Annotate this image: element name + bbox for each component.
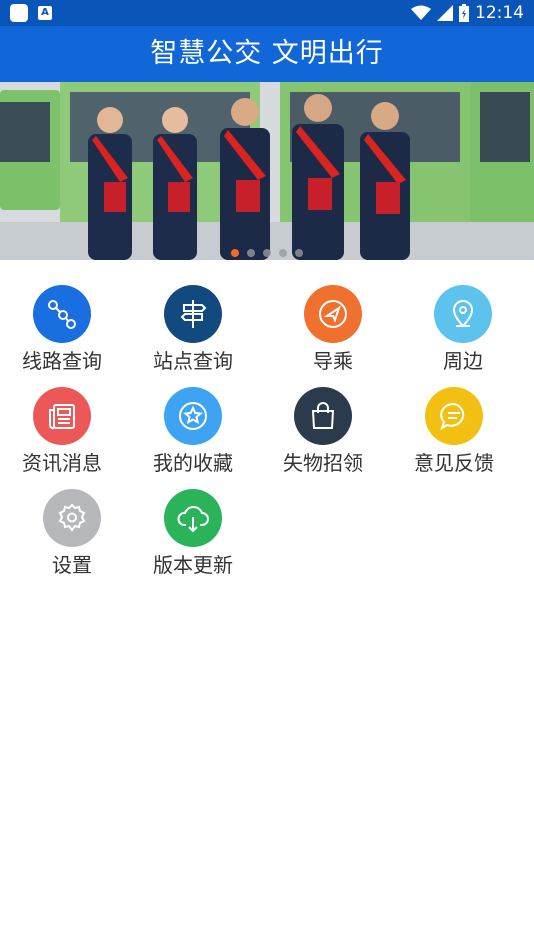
menu-update[interactable]: 版本更新 <box>128 489 258 579</box>
battery-icon <box>459 4 469 22</box>
menu-label: 设置 <box>52 553 92 577</box>
location-pin-icon <box>434 285 492 343</box>
menu-favorites[interactable]: 我的收藏 <box>128 387 258 477</box>
menu-label: 资讯消息 <box>22 451 102 475</box>
newspaper-icon <box>33 387 91 445</box>
route-icon <box>33 285 91 343</box>
menu-label: 线路查询 <box>22 349 102 373</box>
menu-label: 版本更新 <box>153 553 233 577</box>
cloud-download-icon <box>164 489 222 547</box>
menu-news[interactable]: 资讯消息 <box>0 387 127 477</box>
menu-station-search[interactable]: 站点查询 <box>128 285 258 375</box>
status-time: 12:14 <box>475 3 524 23</box>
menu-route-search[interactable]: 线路查询 <box>0 285 127 375</box>
carousel-indicator <box>0 249 534 257</box>
app-icon <box>10 4 28 22</box>
banner-carousel[interactable] <box>0 82 534 260</box>
menu-label: 周边 <box>443 349 483 373</box>
carousel-dot[interactable] <box>279 249 287 257</box>
compass-icon <box>304 285 362 343</box>
chat-bubble-icon <box>425 387 483 445</box>
shopping-bag-icon <box>294 387 352 445</box>
menu-label: 站点查询 <box>153 349 233 373</box>
carousel-dot[interactable] <box>231 249 239 257</box>
menu-nearby[interactable]: 周边 <box>398 285 528 375</box>
gear-icon <box>43 489 101 547</box>
menu-feedback[interactable]: 意见反馈 <box>389 387 519 477</box>
menu-navigation[interactable]: 导乘 <box>268 285 398 375</box>
carousel-dot[interactable] <box>247 249 255 257</box>
menu-lost-found[interactable]: 失物招领 <box>258 387 388 477</box>
title-bar: 智慧公交 文明出行 <box>0 26 534 82</box>
signal-icon <box>437 5 453 21</box>
carousel-dot[interactable] <box>263 249 271 257</box>
star-icon <box>164 387 222 445</box>
menu-label: 我的收藏 <box>153 451 233 475</box>
keyboard-a-icon: A <box>38 6 52 20</box>
carousel-dot[interactable] <box>295 249 303 257</box>
menu-settings[interactable]: 设置 <box>7 489 137 579</box>
wifi-icon <box>411 5 431 20</box>
status-bar: A 12:14 <box>0 0 534 26</box>
menu-label: 导乘 <box>313 349 353 373</box>
signpost-icon <box>164 285 222 343</box>
page-title: 智慧公交 文明出行 <box>150 38 384 69</box>
menu-label: 意见反馈 <box>414 451 494 475</box>
banner-image <box>0 82 534 260</box>
menu-label: 失物招领 <box>283 451 363 475</box>
